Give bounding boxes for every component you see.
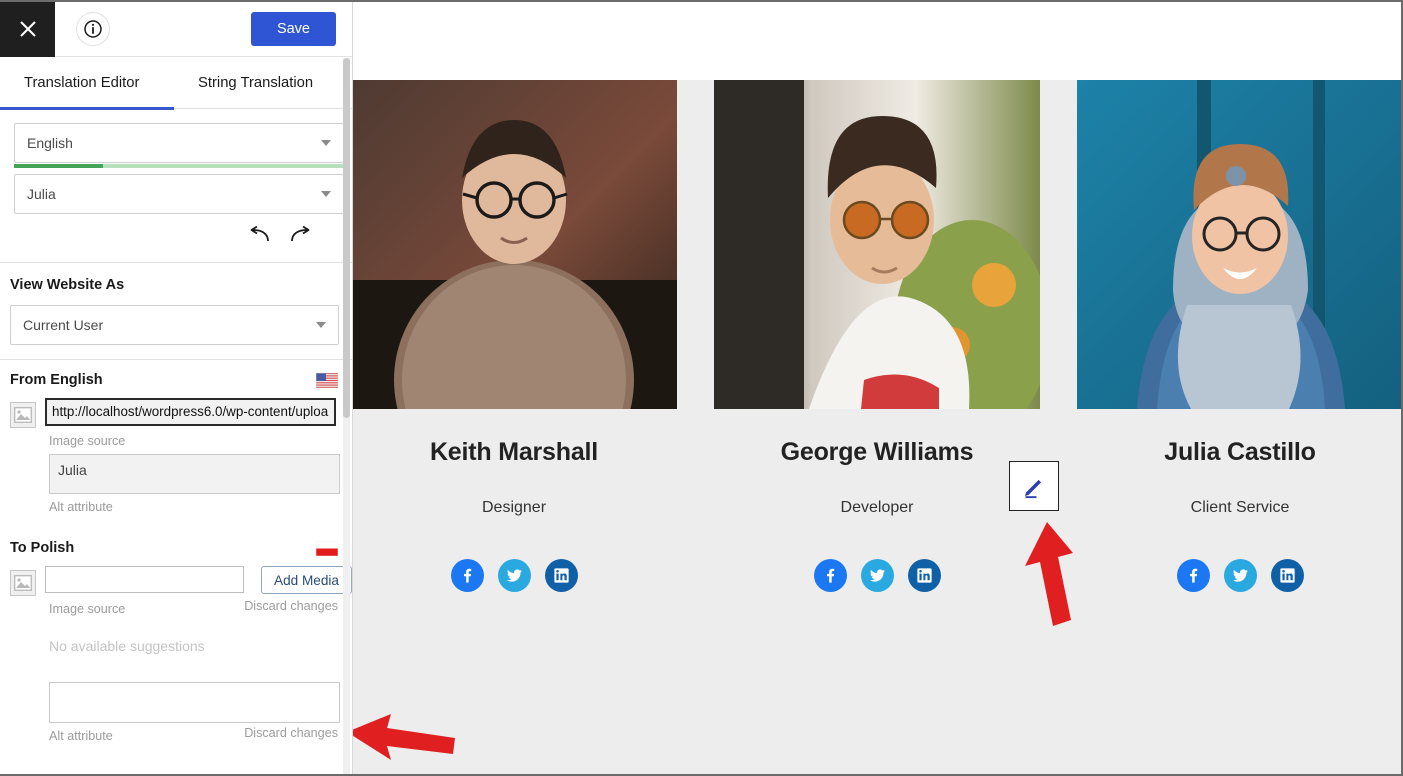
view-website-as-value: Current User — [23, 317, 104, 333]
target-alt-sublabels: Alt attribute Discard changes — [0, 723, 352, 743]
image-placeholder-icon — [10, 570, 36, 596]
language-and-item-section: English Julia — [0, 109, 352, 263]
edit-pencil-button[interactable] — [1009, 461, 1059, 511]
source-language-section: From English http://localhost/wordpress6… — [0, 360, 352, 514]
source-image-source-label: Image source — [49, 434, 126, 448]
team-member-name: Keith Marshall — [429, 438, 599, 466]
target-language-header: To Polish — [0, 540, 352, 556]
target-image-source-row: Add Media — [0, 566, 352, 596]
team-member-name: Julia Castillo — [1164, 438, 1316, 466]
sidebar-scrollbar-thumb[interactable] — [343, 58, 350, 418]
linkedin-icon[interactable] — [1270, 559, 1304, 592]
team-member-socials — [1077, 559, 1401, 592]
target-image-source-sublabels: Image source Discard changes — [0, 596, 352, 616]
team-card: Julia Castillo Client Service — [1077, 80, 1401, 592]
target-alt-wrap — [0, 682, 352, 723]
item-select-value: Julia — [27, 186, 56, 202]
target-alt-discard-changes[interactable]: Discard changes — [244, 726, 338, 740]
tab-string-translation-label: String Translation — [198, 75, 314, 91]
linkedin-icon[interactable] — [907, 559, 941, 592]
undo-arrow-icon[interactable] — [248, 226, 270, 244]
target-language-heading: To Polish — [10, 540, 75, 556]
sidebar-topbar: Save — [0, 2, 352, 57]
source-language-heading: From English — [10, 372, 103, 388]
item-select[interactable]: Julia — [14, 174, 344, 214]
red-arrow-left — [353, 714, 455, 760]
sidebar-tabs: Translation Editor String Translation — [0, 57, 352, 110]
team-member-role: Developer — [840, 499, 914, 516]
team-member-photo — [1077, 80, 1401, 409]
facebook-icon[interactable] — [1176, 559, 1210, 592]
save-button[interactable]: Save — [250, 12, 336, 46]
app-window: Save Translation Editor String Translati… — [0, 0, 1403, 776]
team-member-role: Designer — [481, 499, 547, 516]
team-cards-row: Keith Marshall Designer George Williams … — [353, 80, 1401, 592]
source-image-source-row: http://localhost/wordpress6.0/wp-content… — [0, 398, 352, 428]
language-select-value: English — [27, 135, 73, 151]
add-media-button[interactable]: Add Media — [261, 566, 352, 594]
image-placeholder-icon — [10, 402, 36, 428]
translation-progress-bar — [14, 164, 344, 168]
us-flag-icon — [316, 372, 338, 388]
language-select[interactable]: English — [14, 123, 344, 163]
chevron-down-icon — [321, 140, 331, 146]
facebook-icon[interactable] — [813, 559, 847, 592]
target-image-source-input[interactable] — [45, 566, 244, 593]
source-image-source-input[interactable]: http://localhost/wordpress6.0/wp-content… — [45, 398, 336, 426]
target-image-source-label: Image source — [49, 602, 126, 616]
view-website-as-heading: View Website As — [10, 277, 125, 293]
team-card: Keith Marshall Designer — [353, 80, 677, 592]
history-controls — [10, 214, 338, 248]
twitter-icon[interactable] — [497, 559, 531, 592]
close-icon[interactable] — [0, 2, 55, 57]
team-member-socials — [353, 559, 677, 592]
no-available-suggestions-label: No available suggestions — [49, 638, 205, 654]
view-website-as-section: View Website As Current User — [0, 263, 352, 360]
pencil-edit-icon — [1025, 479, 1042, 499]
source-alt-wrap: Julia — [0, 454, 352, 494]
linkedin-icon[interactable] — [544, 559, 578, 592]
page-header-area — [353, 2, 1401, 80]
tab-translation-editor[interactable]: Translation Editor — [0, 57, 174, 110]
chevron-down-icon — [316, 322, 326, 328]
translation-progress-fill — [14, 164, 104, 168]
view-website-as-select[interactable]: Current User — [10, 305, 339, 345]
translation-editor-sidebar: Save Translation Editor String Translati… — [0, 2, 353, 774]
source-alt-label: Alt attribute — [49, 500, 113, 514]
twitter-icon[interactable] — [860, 559, 894, 592]
tab-string-translation[interactable]: String Translation — [174, 57, 337, 109]
source-alt-textarea[interactable]: Julia — [49, 454, 340, 494]
target-image-discard-changes[interactable]: Discard changes — [244, 599, 338, 613]
team-card: George Williams Developer — [714, 80, 1040, 592]
target-alt-textarea[interactable] — [49, 682, 340, 723]
twitter-icon[interactable] — [1223, 559, 1257, 592]
chevron-down-icon — [321, 191, 331, 197]
team-member-photo — [353, 80, 677, 409]
page-preview: Keith Marshall Designer George Williams … — [353, 2, 1401, 774]
target-alt-label: Alt attribute — [49, 729, 113, 743]
target-language-section: To Polish Add Media Image source Discard… — [0, 528, 352, 743]
facebook-icon[interactable] — [450, 559, 484, 592]
team-member-photo — [714, 80, 1040, 409]
redo-arrow-icon[interactable] — [290, 226, 312, 244]
team-member-socials — [714, 559, 1040, 592]
sidebar-scrollbar[interactable] — [343, 58, 350, 774]
team-member-name: George Williams — [780, 438, 974, 466]
info-icon[interactable] — [76, 12, 110, 46]
poland-flag-icon — [316, 540, 338, 556]
tab-translation-editor-label: Translation Editor — [24, 75, 140, 91]
source-language-header: From English — [0, 372, 352, 388]
team-member-role: Client Service — [1190, 499, 1290, 516]
